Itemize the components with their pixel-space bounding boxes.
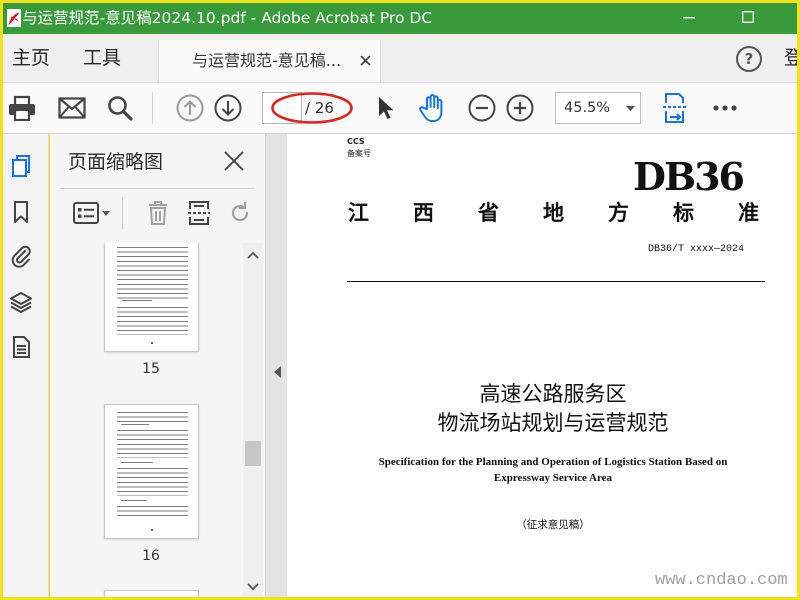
standard-code: DB36/T xxxx—2024 xyxy=(648,244,745,255)
zoom-dropdown[interactable]: 45.5% xyxy=(555,92,641,124)
bookmarks-icon[interactable] xyxy=(9,200,33,224)
page-thumbnail[interactable] xyxy=(104,404,199,539)
thumbnail-text xyxy=(117,430,188,458)
scroll-mode-icon[interactable] xyxy=(662,92,688,124)
previous-page-icon[interactable] xyxy=(176,94,204,122)
thumbnail-text xyxy=(117,412,188,422)
more-icon[interactable] xyxy=(712,104,738,112)
thumbnail-text xyxy=(117,506,188,516)
navigation-rail xyxy=(3,134,49,597)
thumbnail-text xyxy=(117,247,188,299)
panel-divider xyxy=(60,188,255,189)
chevron-down-icon[interactable] xyxy=(102,211,110,216)
collapse-panel-icon[interactable] xyxy=(274,366,281,378)
thumbnail-heading xyxy=(121,500,147,501)
draft-status: （征求意见稿） xyxy=(516,519,590,531)
help-button[interactable]: ? xyxy=(736,46,762,72)
english-title-line1: Specification for the Planning and Opera… xyxy=(378,456,728,468)
delete-page-icon[interactable] xyxy=(147,200,169,226)
document-page[interactable]: CCS 备案号 DB36 江 西 省 地 方 标 准 DB36/T xxxx—2… xyxy=(287,134,797,597)
english-title-line2: Expressway Service Area xyxy=(493,472,613,484)
thumbnail-page-mark xyxy=(151,342,153,344)
close-icon[interactable] xyxy=(360,55,371,66)
window-title: 与运营规范-意见稿2024.10.pdf - Adobe Acrobat Pro… xyxy=(22,9,433,27)
layers-icon[interactable] xyxy=(9,290,33,314)
tools-tab[interactable]: 工具 xyxy=(83,34,121,82)
site-watermark: www.cndao.com xyxy=(655,571,788,590)
thumbnail-list: 15 16 xyxy=(50,243,243,597)
next-page-icon[interactable] xyxy=(214,94,242,122)
minimize-icon[interactable] xyxy=(683,17,695,19)
close-icon[interactable] xyxy=(224,151,244,171)
standard-logo: DB36 xyxy=(633,154,745,199)
thumbnail-options-icon[interactable] xyxy=(73,202,99,224)
thumbnail-text xyxy=(117,307,188,335)
title-bar: 与运营规范-意见稿2024.10.pdf - Adobe Acrobat Pro… xyxy=(3,3,797,34)
document-title-line2: 物流场站规划与运营规范 xyxy=(437,411,669,435)
standard-type: 江 西 省 地 方 标 准 xyxy=(348,201,759,225)
rotate-page-icon[interactable] xyxy=(228,201,252,225)
maximize-icon[interactable] xyxy=(742,11,754,23)
chevron-down-icon[interactable] xyxy=(247,583,259,591)
search-icon[interactable] xyxy=(107,95,133,121)
toolbar: / 26 45.5% xyxy=(3,82,797,134)
document-tab[interactable]: 与运营规范-意见稿... xyxy=(158,40,381,82)
page-thumbnail[interactable] xyxy=(104,590,199,597)
select-cursor-icon[interactable] xyxy=(375,95,397,121)
attachments-icon[interactable] xyxy=(9,244,33,268)
home-tab[interactable]: 主页 xyxy=(12,34,50,82)
thumbnail-label: 15 xyxy=(142,361,160,377)
annotation-ellipse xyxy=(270,91,354,125)
zoom-in-icon[interactable] xyxy=(506,94,534,122)
insert-page-icon[interactable] xyxy=(187,200,211,226)
document-title-line1: 高速公路服务区 xyxy=(479,382,627,406)
zoom-out-icon[interactable] xyxy=(468,94,496,122)
record-number: 备案号 xyxy=(347,149,371,158)
toolbar-divider xyxy=(152,92,153,124)
thumbnails-panel: 页面缩略图 15 16 xyxy=(50,134,265,597)
thumbnail-label: 16 xyxy=(142,548,160,564)
document-icon[interactable] xyxy=(9,335,33,359)
panel-splitter[interactable] xyxy=(265,134,287,597)
document-tab-label: 与运营规范-意见稿... xyxy=(192,51,342,70)
thumbnail-scrollbar[interactable] xyxy=(243,243,263,597)
thumbnail-heading xyxy=(122,300,152,301)
thumbnail-heading xyxy=(121,424,149,425)
ccs-code: CCS xyxy=(347,137,365,146)
hand-tool-icon[interactable] xyxy=(418,93,448,123)
email-icon[interactable] xyxy=(58,97,86,119)
header-rule xyxy=(347,281,765,282)
menu-bar: 主页 工具 与运营规范-意见稿... ? 登 xyxy=(3,34,797,82)
panel-toolbar-divider xyxy=(122,197,123,229)
page-thumbnail[interactable] xyxy=(104,243,199,352)
thumbnail-heading xyxy=(121,462,153,463)
chevron-up-icon[interactable] xyxy=(247,251,259,259)
zoom-value: 45.5% xyxy=(564,100,611,116)
chevron-down-icon xyxy=(626,106,635,111)
print-icon[interactable] xyxy=(8,95,36,121)
thumbnail-page-mark xyxy=(151,529,153,531)
thumbnail-text xyxy=(117,468,188,496)
sign-in-button[interactable]: 登 xyxy=(784,34,797,82)
page-thumbnails-icon[interactable] xyxy=(9,154,33,178)
scrollbar-thumb[interactable] xyxy=(245,441,261,466)
panel-title: 页面缩略图 xyxy=(68,151,164,173)
pdf-file-icon xyxy=(6,8,22,28)
